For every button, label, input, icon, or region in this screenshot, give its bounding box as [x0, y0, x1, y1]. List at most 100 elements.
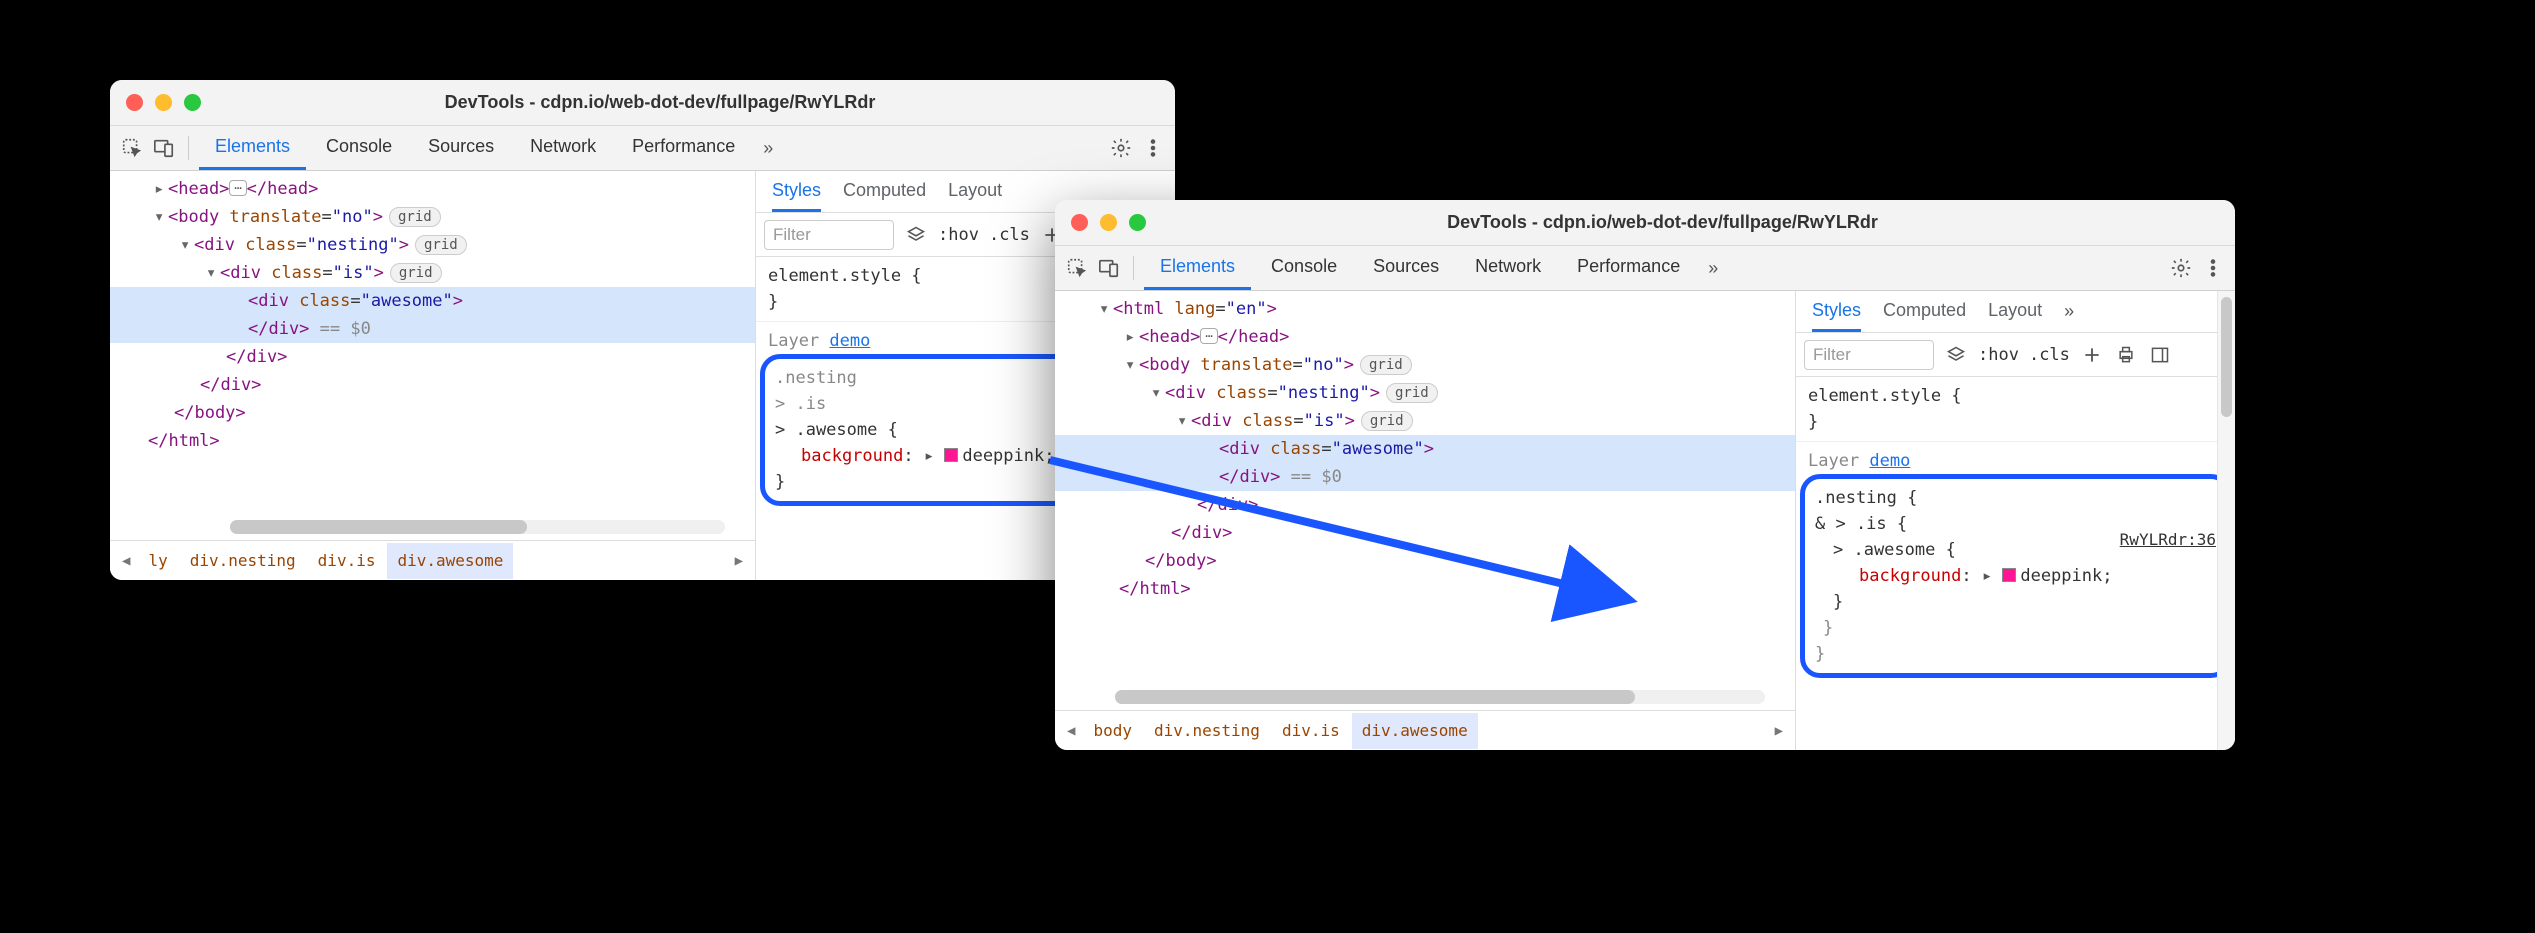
dom-node-body[interactable]: ▾<body translate="no">grid	[110, 203, 755, 231]
crumb-awesome[interactable]: div.awesome	[387, 543, 513, 579]
divider	[188, 136, 189, 160]
dom-node-body-close[interactable]: </body>	[110, 399, 755, 427]
crumb-nesting[interactable]: div.nesting	[1144, 713, 1270, 749]
filter-input[interactable]: Filter	[764, 220, 894, 250]
tab-elements[interactable]: Elements	[199, 126, 306, 170]
dom-node-body-close[interactable]: </body>	[1055, 547, 1795, 575]
rule-element-style[interactable]: element.style { }	[1796, 377, 2235, 442]
tab-layout[interactable]: Layout	[948, 172, 1002, 212]
plus-icon[interactable]	[2080, 343, 2104, 367]
chevron-left-icon[interactable]: ◀	[1061, 717, 1081, 745]
tab-sources[interactable]: Sources	[412, 126, 510, 170]
color-swatch-icon[interactable]	[2002, 568, 2016, 582]
close-icon[interactable]	[126, 94, 143, 111]
chevron-left-icon[interactable]: ◀	[116, 547, 136, 575]
gear-icon[interactable]	[1107, 134, 1135, 162]
crumb-awesome[interactable]: div.awesome	[1352, 713, 1478, 749]
dom-node-html[interactable]: ▾<html lang="en">	[1055, 295, 1795, 323]
chevron-right-icon[interactable]: ▶	[729, 547, 749, 575]
dom-node-html-close[interactable]: </html>	[1055, 575, 1795, 603]
dom-node-awesome-close[interactable]: </div> == $0	[110, 315, 755, 343]
tab-styles[interactable]: Styles	[772, 172, 821, 212]
layers-icon[interactable]	[904, 223, 928, 247]
tab-sources[interactable]: Sources	[1357, 246, 1455, 290]
dom-node-html-close[interactable]: </html>	[110, 427, 755, 455]
panel-icon[interactable]	[2148, 343, 2172, 367]
device-icon[interactable]	[150, 134, 178, 162]
chevron-right-icon[interactable]: ▶	[1769, 717, 1789, 745]
source-link[interactable]: RwYLRdr:36	[2120, 527, 2216, 553]
inspect-icon[interactable]	[118, 134, 146, 162]
cls-toggle[interactable]: .cls	[989, 225, 1030, 245]
main-tabbar: Elements Console Sources Network Perform…	[1055, 246, 2235, 291]
dom-tree-panel[interactable]: ▸<head>⋯</head> ▾<body translate="no">gr…	[110, 171, 755, 580]
tab-network[interactable]: Network	[514, 126, 612, 170]
vertical-scrollbar[interactable]	[2217, 291, 2235, 750]
tabs-overflow-icon[interactable]: »	[1700, 258, 1726, 279]
dom-node-nesting[interactable]: ▾<div class="nesting">grid	[1055, 379, 1795, 407]
tab-layout[interactable]: Layout	[1988, 292, 2042, 332]
tab-computed[interactable]: Computed	[1883, 292, 1966, 332]
tab-performance[interactable]: Performance	[1561, 246, 1696, 290]
crumb-nesting[interactable]: div.nesting	[180, 543, 306, 579]
tab-elements[interactable]: Elements	[1144, 246, 1251, 290]
kebab-icon[interactable]	[1139, 134, 1167, 162]
dom-node-is-close[interactable]: </div>	[110, 343, 755, 371]
traffic-lights	[126, 94, 201, 111]
layers-icon[interactable]	[1944, 343, 1968, 367]
dom-node-nesting-close[interactable]: </div>	[110, 371, 755, 399]
dom-node-head[interactable]: ▸<head>⋯</head>	[1055, 323, 1795, 351]
tab-console[interactable]: Console	[1255, 246, 1353, 290]
tab-network[interactable]: Network	[1459, 246, 1557, 290]
hov-toggle[interactable]: :hov	[938, 225, 979, 245]
zoom-icon[interactable]	[184, 94, 201, 111]
crumb-body[interactable]: body	[1083, 713, 1142, 749]
cls-toggle[interactable]: .cls	[2029, 345, 2070, 365]
dom-node-head[interactable]: ▸<head>⋯</head>	[110, 175, 755, 203]
gear-icon[interactable]	[2167, 254, 2195, 282]
color-swatch-icon[interactable]	[944, 448, 958, 462]
print-icon[interactable]	[2114, 343, 2138, 367]
inspect-icon[interactable]	[1063, 254, 1091, 282]
styles-panel: Styles Computed Layout » Filter :hov .cl…	[1795, 291, 2235, 750]
dom-node-awesome[interactable]: <div class="awesome">	[110, 287, 755, 315]
dom-node-is[interactable]: ▾<div class="is">grid	[1055, 407, 1795, 435]
dom-node-awesome[interactable]: <div class="awesome">	[1055, 435, 1795, 463]
css-property[interactable]: background: ▸ deeppink;	[1815, 563, 2216, 589]
traffic-lights	[1071, 214, 1146, 231]
minimize-icon[interactable]	[1100, 214, 1117, 231]
tab-performance[interactable]: Performance	[616, 126, 751, 170]
dom-node-nesting[interactable]: ▾<div class="nesting">grid	[110, 231, 755, 259]
dom-tree-panel[interactable]: ▾<html lang="en"> ▸<head>⋯</head> ▾<body…	[1055, 291, 1795, 750]
styles-tabbar: Styles Computed Layout »	[1796, 291, 2235, 333]
titlebar: DevTools - cdpn.io/web-dot-dev/fullpage/…	[110, 80, 1175, 126]
minimize-icon[interactable]	[155, 94, 172, 111]
crumb-truncated[interactable]: ly	[138, 543, 177, 579]
dom-node-is[interactable]: ▾<div class="is">grid	[110, 259, 755, 287]
divider	[1133, 256, 1134, 280]
devtools-window-right: DevTools - cdpn.io/web-dot-dev/fullpage/…	[1055, 200, 2235, 750]
hov-toggle[interactable]: :hov	[1978, 345, 2019, 365]
crumb-is[interactable]: div.is	[308, 543, 386, 579]
device-icon[interactable]	[1095, 254, 1123, 282]
zoom-icon[interactable]	[1129, 214, 1146, 231]
tab-computed[interactable]: Computed	[843, 172, 926, 212]
horizontal-scrollbar[interactable]	[230, 520, 725, 534]
tab-styles[interactable]: Styles	[1812, 292, 1861, 332]
filter-input[interactable]: Filter	[1804, 340, 1934, 370]
window-title: DevTools - cdpn.io/web-dot-dev/fullpage/…	[221, 92, 1159, 113]
dom-node-body[interactable]: ▾<body translate="no">grid	[1055, 351, 1795, 379]
dom-node-is-close[interactable]: </div>	[1055, 491, 1795, 519]
dom-node-awesome-close[interactable]: </div> == $0	[1055, 463, 1795, 491]
tabs-overflow-icon[interactable]: »	[755, 138, 781, 159]
crumb-is[interactable]: div.is	[1272, 713, 1350, 749]
styles-tabs-overflow-icon[interactable]: »	[2064, 301, 2074, 322]
close-icon[interactable]	[1071, 214, 1088, 231]
styles-body[interactable]: element.style { } Layer demo RwYLRdr:36 …	[1796, 377, 2235, 750]
kebab-icon[interactable]	[2199, 254, 2227, 282]
dom-node-nesting-close[interactable]: </div>	[1055, 519, 1795, 547]
highlighted-rule-right: RwYLRdr:36 .nesting { & > .is { > .aweso…	[1800, 474, 2231, 678]
horizontal-scrollbar[interactable]	[1115, 690, 1765, 704]
tab-console[interactable]: Console	[310, 126, 408, 170]
breadcrumb: ◀ ly div.nesting div.is div.awesome ▶	[110, 540, 755, 580]
